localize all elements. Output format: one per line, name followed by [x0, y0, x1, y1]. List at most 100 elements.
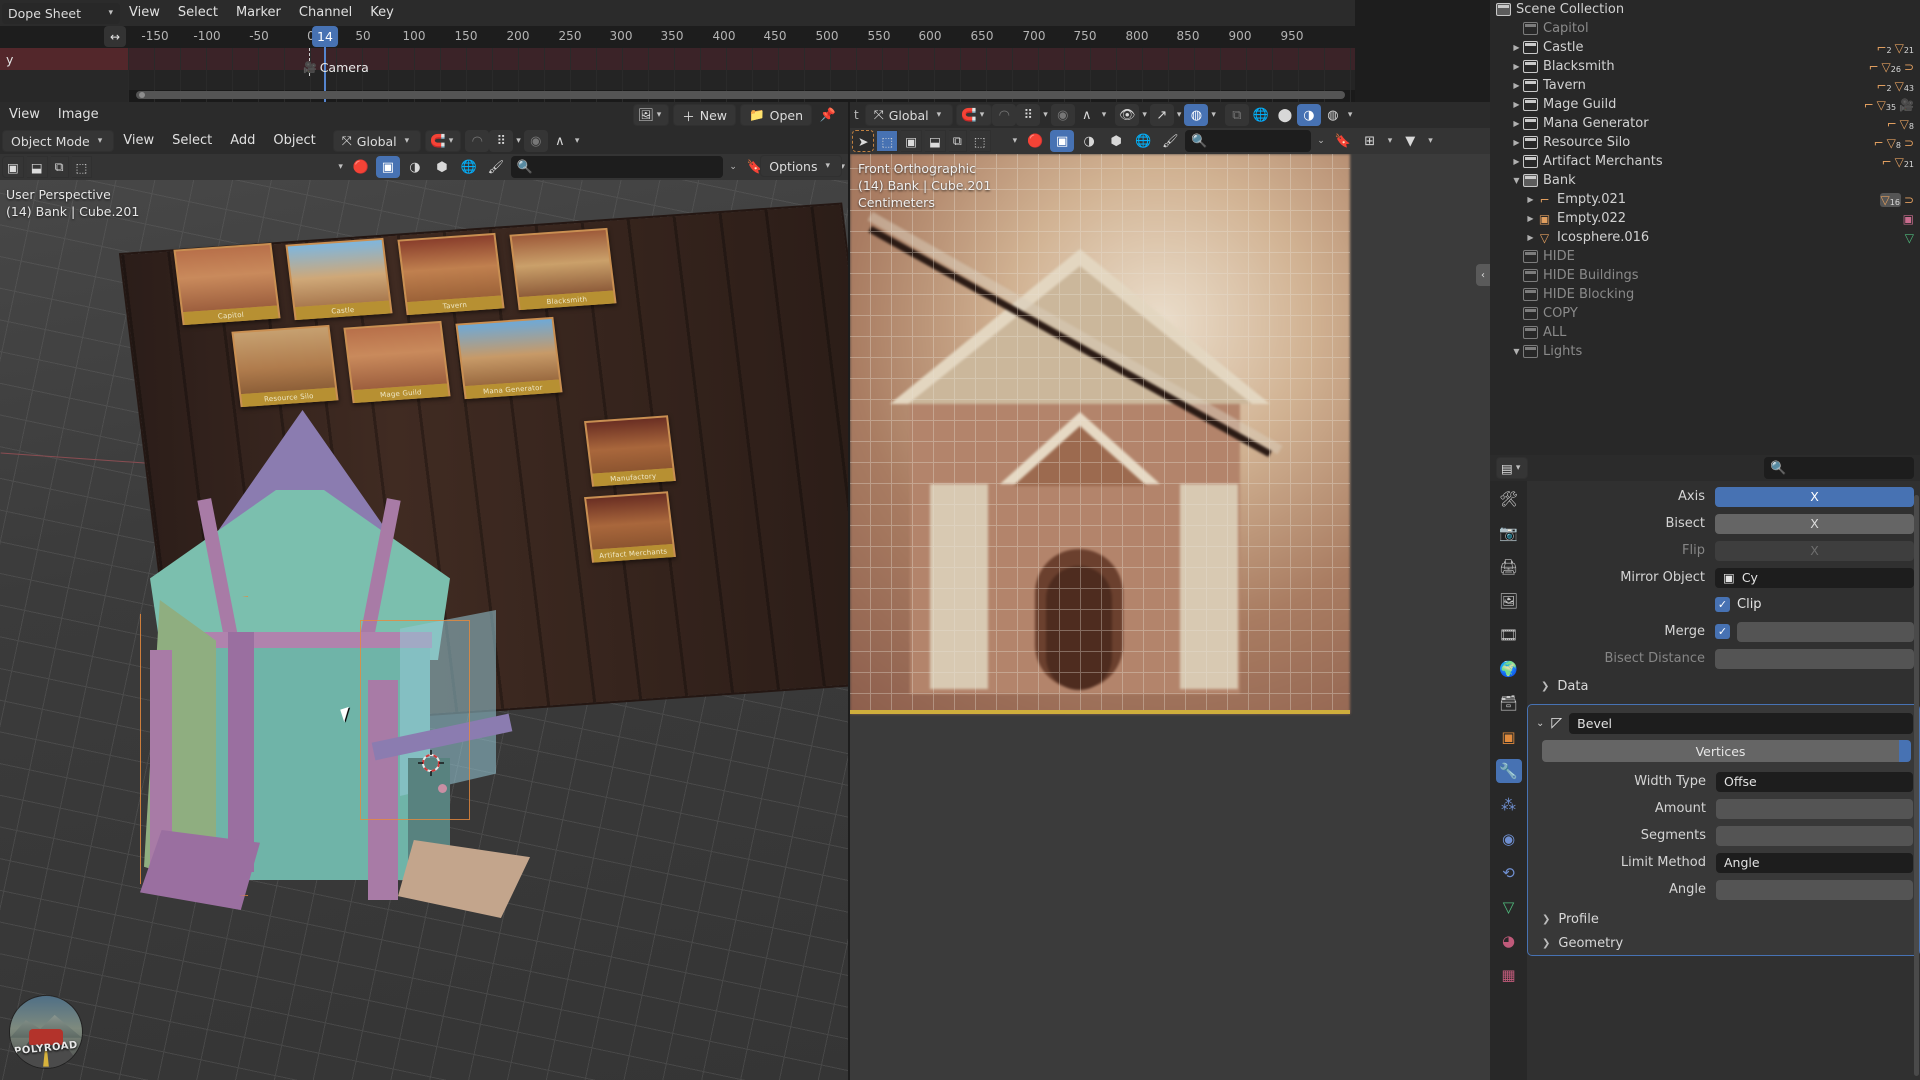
vpb-select-subtract-button[interactable]: ⬓ — [925, 130, 946, 152]
tab-modifiers[interactable]: 🔧 — [1495, 759, 1522, 783]
disclosure-closed-icon[interactable]: ▶ — [1510, 81, 1523, 90]
select-subtract-mode-button[interactable]: ⧉ — [50, 156, 69, 178]
pin-icon[interactable]: 📌 — [816, 104, 840, 126]
vpb-proportional-falloff-icon[interactable]: ◠ — [992, 104, 1017, 126]
image-browse-button[interactable]: 🖼 ▾ — [632, 104, 670, 126]
vpa-menu-object[interactable]: Object — [264, 128, 324, 154]
vpb-brush-icon[interactable]: 🖌 — [1158, 130, 1182, 152]
tab-render[interactable]: 📷 — [1496, 521, 1522, 545]
shading-wireframe-icon[interactable]: 🌐 — [1249, 104, 1273, 126]
proportional-editing-icon[interactable]: ◉ — [523, 130, 548, 152]
vpa-menu-select[interactable]: Select — [163, 128, 221, 154]
clip-checkbox-row[interactable]: ✓ Clip — [1715, 597, 1914, 612]
tab-view-layer[interactable]: 🖼 — [1496, 589, 1522, 613]
vpb-bookmark-icon[interactable]: 🔖 — [1331, 130, 1355, 152]
outliner-row[interactable]: ▶ Castle ⌐ 2 ▽ 21 — [1490, 38, 1920, 57]
select-set-mode-button[interactable]: ▣ — [2, 156, 24, 178]
properties-scrollbar[interactable] — [1914, 495, 1919, 1076]
select-extend-mode-button[interactable]: ⬓ — [26, 156, 48, 178]
mirror-data-section[interactable]: ❯ Data — [1527, 674, 1920, 698]
vpb-snap-toggle-icon[interactable]: ⠿ — [1016, 104, 1041, 126]
vpb-world-icon[interactable]: 🌐 — [1131, 130, 1155, 152]
merge-checkbox-row[interactable]: ✓ — [1715, 621, 1914, 642]
texture-paint-icon[interactable]: ⬢ — [430, 156, 454, 178]
dope-sheet-ruler[interactable]: -150 -100 -50 0 50 100 150 200 250 300 350 400 450 50… — [0, 26, 1355, 48]
proportional-edit-falloff-icon[interactable]: ◠ — [465, 130, 490, 152]
vpb-hierarchy-icon[interactable]: ⊞ — [1358, 130, 1382, 152]
outliner-row[interactable]: ▶ Mana Generator ⌐ ▽ 8 — [1490, 114, 1920, 133]
checkbox-checked-icon[interactable]: ✓ — [1715, 597, 1730, 612]
current-frame-badge[interactable]: 14 — [312, 26, 338, 47]
vpb-select-intersect-button[interactable]: ⬚ — [969, 130, 991, 152]
disclosure-open-icon[interactable]: ▼ — [1510, 176, 1523, 185]
vpb-snap-selector[interactable]: 🧲 ▾ — [956, 104, 993, 126]
tab-output[interactable]: 🖨 — [1496, 555, 1522, 579]
sidebar-toggle-tab[interactable]: ‹ — [1476, 264, 1490, 286]
outliner-row[interactable]: ▼ Bank — [1490, 171, 1920, 190]
tab-world[interactable]: 🌍 — [1496, 657, 1522, 681]
falloff-curve-icon[interactable]: ∧ — [548, 130, 572, 152]
vpb-vertex-select-icon[interactable]: ▣ — [1050, 130, 1075, 152]
outliner-editor[interactable]: Scene Collection Capitol ▶ Castle ⌐ 2 ▽ 21 ▶ Bla… — [1490, 0, 1920, 455]
active-tool-tweak-button[interactable]: ➤ — [852, 130, 875, 152]
menu-marker[interactable]: Marker — [227, 0, 290, 26]
vpb-select-extend-button[interactable]: ▣ — [901, 130, 923, 152]
disclosure-closed-icon[interactable]: ▶ — [1510, 43, 1523, 52]
disclosure-closed-icon[interactable]: ▶ — [1510, 157, 1523, 166]
disclosure-open-icon[interactable]: ▼ — [1510, 347, 1523, 356]
bevel-affect-vertices-button[interactable]: Vertices — [1542, 740, 1899, 762]
channel-row[interactable]: y — [0, 48, 128, 70]
viewport-b-canvas[interactable]: ‹ — [850, 154, 1490, 1080]
expand-channels-button[interactable]: ↔ — [104, 26, 126, 47]
outliner-row[interactable]: ▼ Lights — [1490, 342, 1920, 361]
overlays-toggle-icon[interactable]: ◍ — [1184, 104, 1209, 126]
vpa-menu-view[interactable]: View — [114, 128, 163, 154]
tab-material[interactable]: ◕ — [1496, 929, 1522, 953]
disclosure-closed-icon[interactable]: ▶ — [1510, 100, 1523, 109]
world-icon[interactable]: 🌐 — [457, 156, 481, 178]
outliner-row[interactable]: ▶ ▽ Icosphere.016 ▽ — [1490, 228, 1920, 247]
disclosure-closed-icon[interactable]: ▶ — [1510, 138, 1523, 147]
viewport-a-canvas[interactable]: Capitol Castle Tavern Blacksmith Resource Si… — [0, 180, 848, 1080]
property-dropdown[interactable]: Offse — [1716, 771, 1913, 792]
bevel-affect-edges-button[interactable] — [1899, 740, 1911, 762]
outliner-root-row[interactable]: Scene Collection — [1490, 0, 1920, 19]
editor-type-selector[interactable]: Dope Sheet ▾ — [2, 2, 120, 24]
outliner-row[interactable]: HIDE Blocking — [1490, 285, 1920, 304]
mirror-object-field[interactable]: ▣ Cy — [1715, 567, 1914, 588]
tab-texture[interactable]: ▦ — [1496, 963, 1522, 987]
dope-sheet-horizontal-scrollbar[interactable] — [136, 91, 1345, 99]
disclosure-closed-icon[interactable]: ▶ — [1524, 214, 1537, 223]
snap-toggle-icon[interactable]: ⠿ — [489, 130, 514, 152]
menu-view[interactable]: View — [120, 0, 169, 26]
tab-object-data[interactable]: ▽ — [1496, 895, 1522, 919]
vpb-shading-sphere-icon[interactable]: ◑ — [1077, 130, 1101, 152]
bevel-modifier-name-field[interactable]: Bevel — [1569, 712, 1913, 734]
outliner-row[interactable]: HIDE Buildings — [1490, 266, 1920, 285]
outliner-row[interactable]: ▶ Tavern ⌐ 2 ▽ 43 — [1490, 76, 1920, 95]
visibility-selectability-icon[interactable]: 👁 — [1115, 104, 1140, 126]
shading-sphere-icon[interactable]: ◑ — [403, 156, 427, 178]
disclosure-closed-icon[interactable]: ▶ — [1524, 195, 1537, 204]
image-editor-menu-view[interactable]: View — [0, 102, 49, 128]
tab-collection[interactable]: 🗃 — [1496, 691, 1522, 715]
xray-toggle-icon[interactable]: ⧉ — [1224, 104, 1249, 126]
color-mode-icon[interactable]: 🔴 — [349, 156, 373, 178]
select-invert-mode-button[interactable]: ⬚ — [71, 156, 93, 178]
image-editor-menu-image[interactable]: Image — [49, 102, 108, 128]
outliner-row[interactable]: ▶ Mage Guild ⌐ ▽ 35 🎥 — [1490, 95, 1920, 114]
tab-physics[interactable]: ◉ — [1496, 827, 1522, 851]
bevel-profile-section[interactable]: ❯ Profile — [1528, 907, 1919, 931]
properties-search-field[interactable]: 🔍 — [1764, 457, 1914, 479]
open-image-button[interactable]: 📁 Open — [740, 104, 812, 126]
gizmo-icon[interactable]: ↗ — [1149, 104, 1174, 126]
brush-icon[interactable]: 🖌 — [484, 156, 508, 178]
bevel-modifier-header[interactable]: ⌄ ◸ Bevel — [1528, 710, 1919, 736]
shading-solid-icon[interactable]: ⬤ — [1273, 104, 1297, 126]
tab-object[interactable]: ▣ — [1496, 725, 1522, 749]
outliner-row[interactable]: ▶ ⌐ Empty.021 ▽ 16 ⊃ — [1490, 190, 1920, 209]
chevron-down-icon[interactable]: ⌄ — [1536, 718, 1544, 729]
shading-rendered-icon[interactable]: ◍ — [1321, 104, 1345, 126]
outliner-row[interactable]: ▶ Resource Silo ⌐ ▽ 8 ⊃ — [1490, 133, 1920, 152]
outliner-row[interactable]: ▶ Blacksmith ⌐ ▽ 26 ⊃ — [1490, 57, 1920, 76]
